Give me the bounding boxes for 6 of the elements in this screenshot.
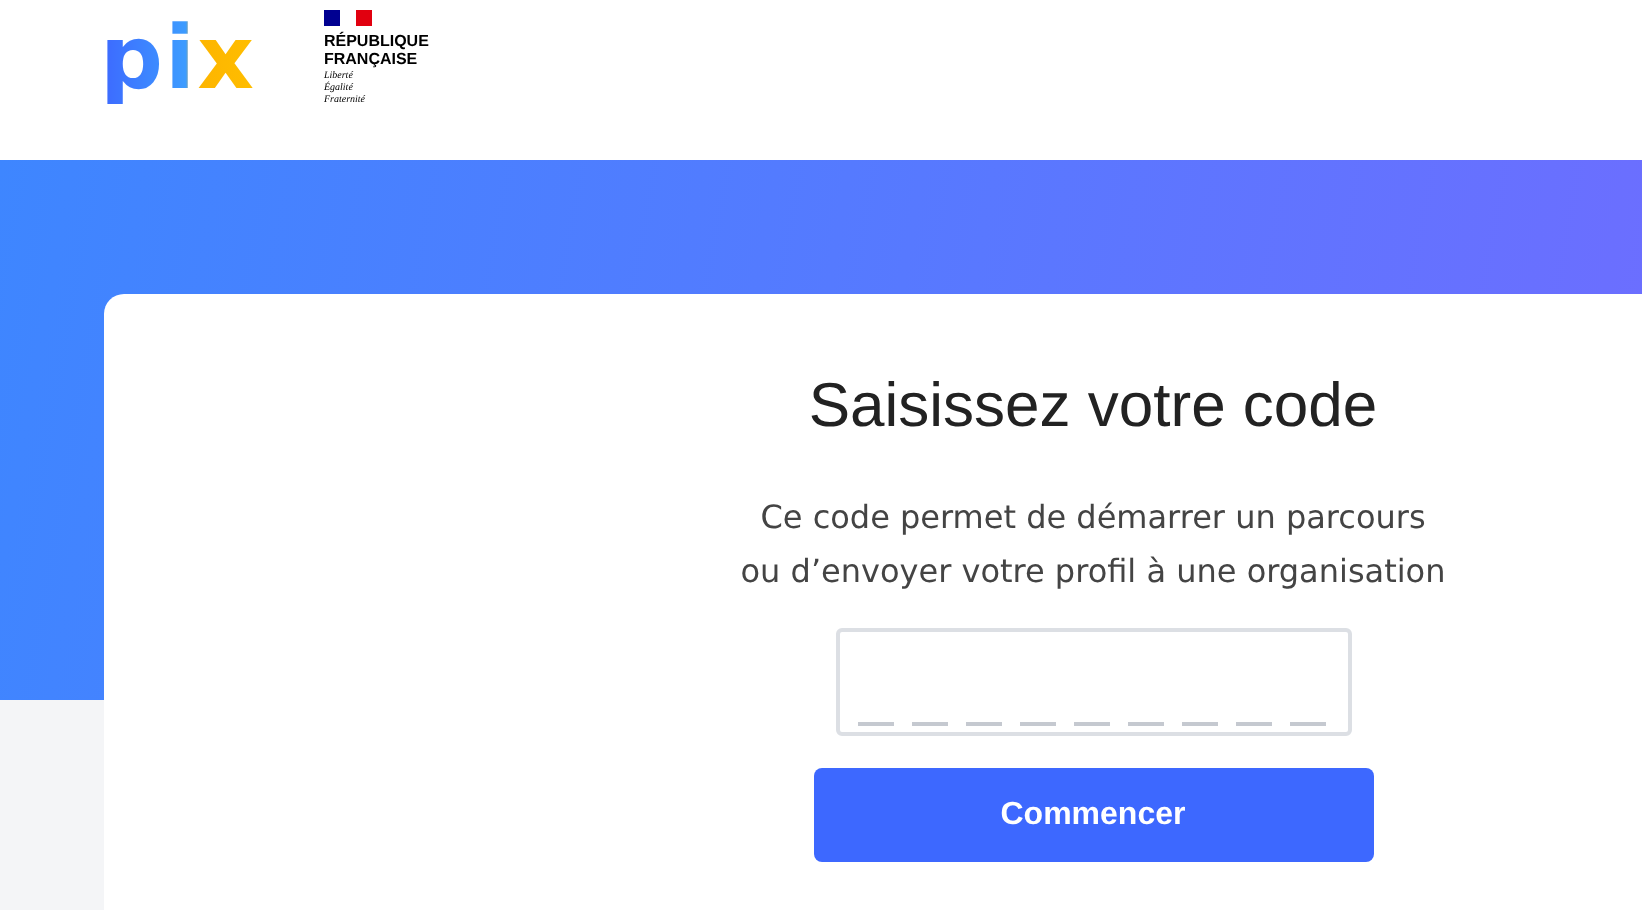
card-description: Ce code permet de démarrer un parcours ou d’envoyer votre profil à une organisation — [740, 496, 1446, 594]
flag-icon — [323, 10, 372, 26]
code-input-field[interactable] — [835, 628, 1351, 736]
card-title: Saisissez votre code — [808, 370, 1378, 444]
start-button[interactable]: Commencer — [813, 768, 1373, 862]
republic-name: RÉPUBLIQUE FRANÇAISE — [323, 32, 429, 68]
